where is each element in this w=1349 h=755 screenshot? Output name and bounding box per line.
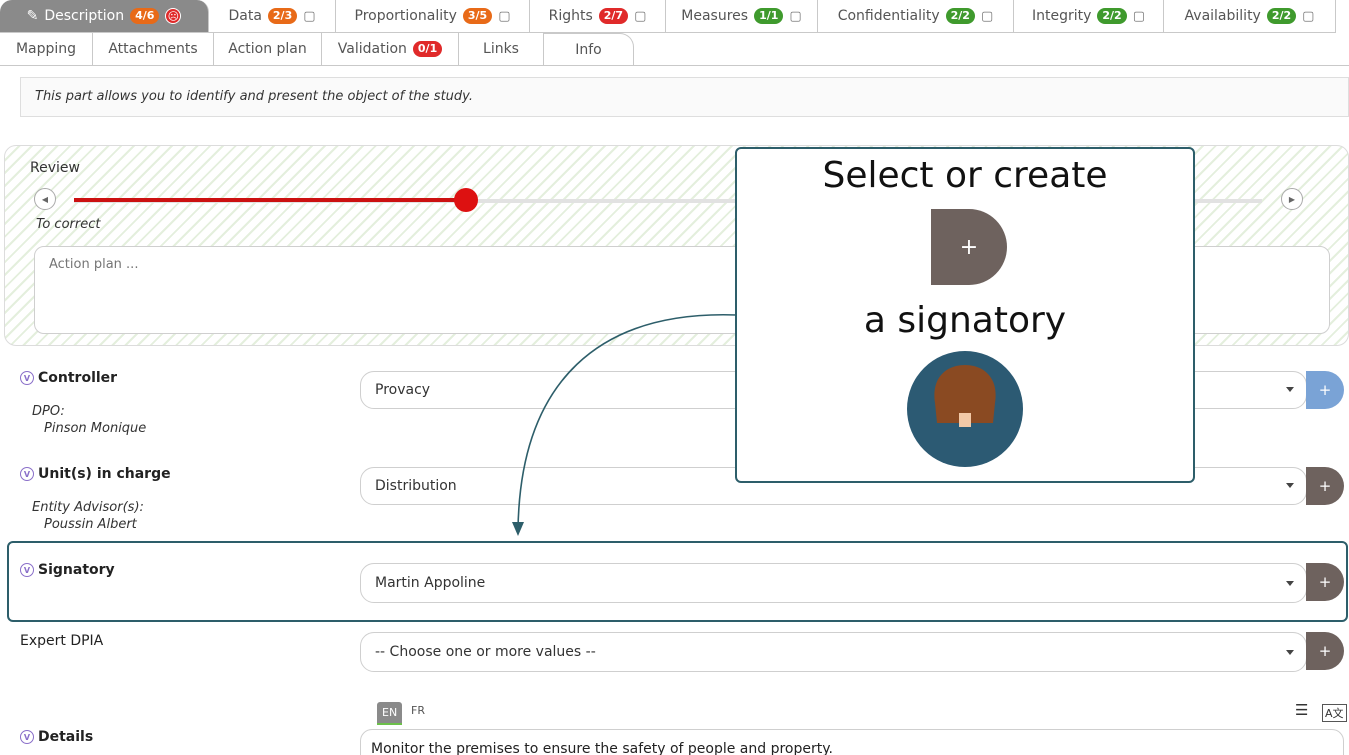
tab-confidentiality[interactable]: Confidentiality 2/2 ▢ xyxy=(818,0,1014,33)
slider-prev-button[interactable]: ◀ xyxy=(34,188,56,210)
tab-badge: 2/2 xyxy=(1097,8,1127,24)
tab-badge: 2/7 xyxy=(598,8,629,24)
review-label: Review xyxy=(30,160,80,176)
dpo-name: Pinson Monique xyxy=(44,421,147,436)
tab-links[interactable]: Links xyxy=(459,33,544,66)
add-signatory-button[interactable]: + xyxy=(1306,563,1344,601)
tab-label: Info xyxy=(575,41,602,58)
ghost-icon: ▢ xyxy=(980,8,994,24)
review-slider-handle[interactable] xyxy=(454,188,479,212)
tab-label: Measures xyxy=(681,8,749,24)
signatory-select[interactable]: Martin Appoline xyxy=(360,563,1307,603)
tab-availability[interactable]: Availability 2/2 ▢ xyxy=(1164,0,1336,33)
dpo-info: DPO: Pinson Monique xyxy=(32,403,146,437)
ghost-icon: ▢ xyxy=(498,8,511,24)
tab-badge: 2/2 xyxy=(945,8,975,24)
units-label: V Unit(s) in charge xyxy=(20,466,171,482)
verified-icon: V xyxy=(20,467,34,481)
entity-advisor-label: Entity Advisor(s): xyxy=(32,500,144,515)
signatory-label-text: Signatory xyxy=(38,562,115,578)
units-label-text: Unit(s) in charge xyxy=(38,466,171,482)
entity-advisor-info: Entity Advisor(s): Poussin Albert xyxy=(32,499,144,533)
tab-label: Mapping xyxy=(15,41,77,57)
tab-label: Availability xyxy=(1184,8,1261,24)
controller-value: Provacy xyxy=(375,382,431,398)
tab-measures[interactable]: Measures 1/1 ▢ xyxy=(666,0,818,33)
add-unit-button[interactable]: + xyxy=(1306,467,1344,505)
tab-bar-primary: ✎ Description 4/6 ☹ Data 2/3 ▢ Proportio… xyxy=(0,0,1336,33)
tab-label: Description xyxy=(44,8,125,24)
tab-label: Proportionality xyxy=(354,8,457,24)
tab-proportionality[interactable]: Proportionality 3/5 ▢ xyxy=(336,0,530,33)
tab-bar-secondary: Mapping Attachments Action plan Validati… xyxy=(0,33,1349,66)
verified-icon: V xyxy=(20,563,34,577)
tab-label: Integrity xyxy=(1031,8,1092,24)
chevron-down-icon xyxy=(1286,483,1294,488)
tab-label: Rights xyxy=(548,8,593,24)
ghost-icon: ▢ xyxy=(1132,8,1146,24)
tab-action-plan[interactable]: Action plan xyxy=(214,33,322,66)
verified-icon: V xyxy=(20,371,34,385)
tab-label: Action plan xyxy=(228,41,307,57)
ghost-icon: ▢ xyxy=(789,8,802,24)
tab-badge: 3/5 xyxy=(462,8,493,24)
chevron-down-icon xyxy=(1286,581,1294,586)
add-controller-button[interactable]: + xyxy=(1306,371,1344,409)
expert-dpia-value: -- Choose one or more values -- xyxy=(375,644,596,660)
callout-title: Select or create xyxy=(822,155,1108,196)
tab-mapping[interactable]: Mapping xyxy=(0,33,93,66)
tab-description[interactable]: ✎ Description 4/6 ☹ xyxy=(0,0,209,33)
details-label: V Details xyxy=(20,729,93,745)
expert-dpia-select[interactable]: -- Choose one or more values -- xyxy=(360,632,1307,672)
controller-label: V Controller xyxy=(20,370,117,386)
chevron-down-icon xyxy=(1286,387,1294,392)
tab-integrity[interactable]: Integrity 2/2 ▢ xyxy=(1014,0,1164,33)
tab-badge: 0/1 xyxy=(412,41,443,57)
tab-badge: 4/6 xyxy=(130,8,160,24)
expert-dpia-label-text: Expert DPIA xyxy=(20,633,104,649)
verified-icon: V xyxy=(20,730,34,744)
controller-label-text: Controller xyxy=(38,370,118,386)
tab-label: Links xyxy=(483,41,519,57)
ghost-icon: ▢ xyxy=(634,8,647,24)
ghost-icon: ▢ xyxy=(1302,8,1315,24)
tab-label: Confidentiality xyxy=(837,8,940,24)
tab-validation[interactable]: Validation 0/1 xyxy=(322,33,459,66)
callout-add-button: + xyxy=(931,209,1007,285)
tab-data[interactable]: Data 2/3 ▢ xyxy=(209,0,336,33)
entity-advisor-name: Poussin Albert xyxy=(44,517,137,532)
review-slider-fill xyxy=(74,198,467,202)
add-expert-button[interactable]: + xyxy=(1306,632,1344,670)
ghost-icon: ▢ xyxy=(303,8,316,24)
pencil-icon: ✎ xyxy=(26,8,39,24)
tab-label: Attachments xyxy=(108,41,198,57)
sad-face-icon: ☹ xyxy=(165,8,182,24)
tab-label: Data xyxy=(228,8,262,24)
tab-badge: 2/2 xyxy=(1266,8,1297,24)
tab-info[interactable]: Info xyxy=(544,33,634,66)
list-icon[interactable]: ☰ xyxy=(1295,701,1308,719)
lang-tab-fr[interactable]: FR xyxy=(411,704,425,717)
units-value: Distribution xyxy=(375,478,457,494)
signatory-value: Martin Appoline xyxy=(375,575,486,591)
translate-icon[interactable]: A文 xyxy=(1322,704,1347,722)
tab-label: Validation xyxy=(337,41,407,57)
chevron-down-icon xyxy=(1286,650,1294,655)
tab-attachments[interactable]: Attachments xyxy=(93,33,214,66)
details-label-text: Details xyxy=(38,729,94,745)
lang-tab-en[interactable]: EN xyxy=(377,702,403,725)
review-status: To correct xyxy=(36,217,101,232)
tab-badge: 2/3 xyxy=(267,8,298,24)
details-text[interactable]: Monitor the premises to ensure the safet… xyxy=(360,729,1344,755)
tab-badge: 1/1 xyxy=(754,8,784,24)
tab-rights[interactable]: Rights 2/7 ▢ xyxy=(530,0,666,33)
signatory-label: V Signatory xyxy=(20,562,115,578)
section-description: This part allows you to identify and pre… xyxy=(20,77,1349,117)
signatory-avatar xyxy=(907,351,1023,467)
dpo-label: DPO: xyxy=(32,404,65,419)
slider-next-button[interactable]: ▶ xyxy=(1281,188,1303,210)
expert-dpia-label: Expert DPIA xyxy=(20,633,103,649)
person-avatar-icon xyxy=(934,365,996,427)
callout-subtitle: a signatory xyxy=(863,300,1067,341)
